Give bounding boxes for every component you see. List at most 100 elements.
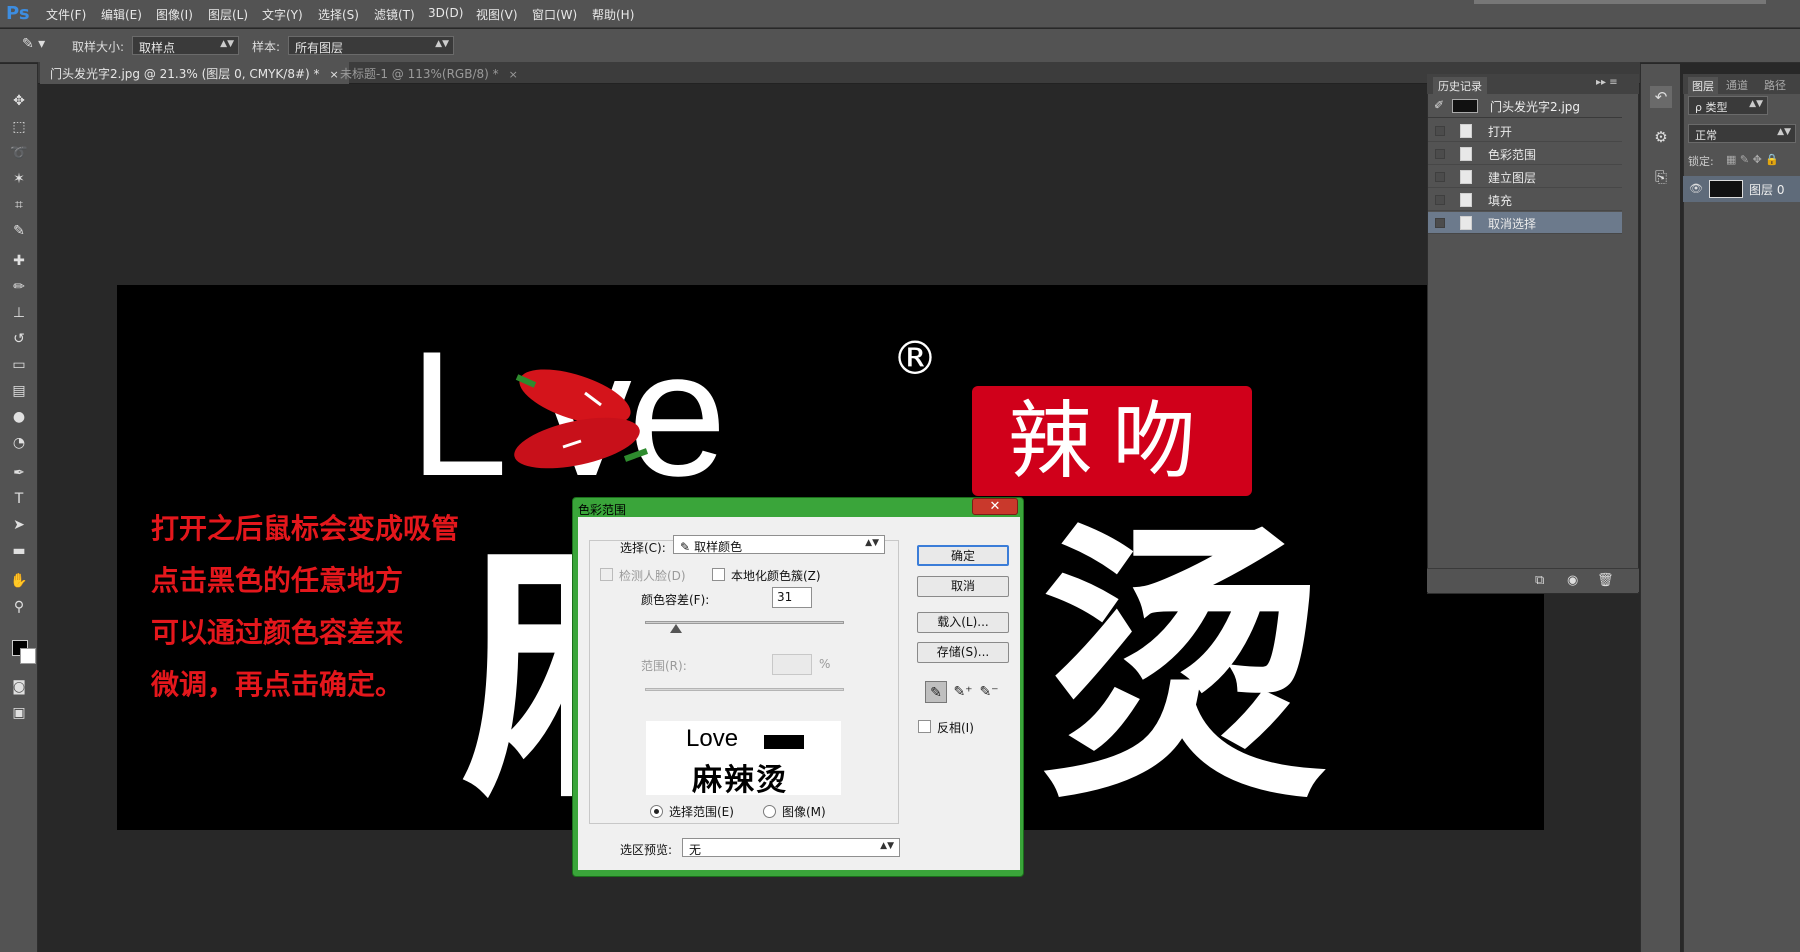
- radio-selection[interactable]: [650, 805, 663, 818]
- history-item[interactable]: 填充: [1428, 189, 1622, 211]
- rectangle-tool-icon[interactable]: ▬: [7, 540, 31, 562]
- history-item[interactable]: 色彩范围: [1428, 143, 1622, 165]
- annotation-line-3: 可以通过颜色容差来: [151, 616, 404, 649]
- history-item[interactable]: 建立图层: [1428, 166, 1622, 188]
- dodge-tool-icon[interactable]: ◔: [7, 432, 31, 454]
- history-checkbox[interactable]: [1435, 126, 1445, 136]
- hand-tool-icon[interactable]: ✋: [7, 570, 31, 592]
- fuzziness-input[interactable]: 31: [772, 587, 812, 608]
- layer-comps-panel-icon[interactable]: ⎘: [1650, 166, 1672, 188]
- trash-icon[interactable]: 🗑: [1597, 573, 1614, 588]
- gradient-tool-icon[interactable]: ▤: [7, 380, 31, 402]
- big-char-right: 烫: [1037, 501, 1327, 830]
- sample-label: 样本:: [252, 40, 281, 54]
- sample-size-dropdown[interactable]: 取样点 ▲▼: [132, 36, 239, 55]
- menu-layer[interactable]: 图层(L): [208, 6, 248, 23]
- tab-layers[interactable]: 图层: [1688, 77, 1718, 95]
- load-button[interactable]: 载入(L)...: [917, 612, 1009, 633]
- eyedropper-tool-icon[interactable]: ✎: [7, 220, 31, 242]
- eraser-tool-icon[interactable]: ▭: [7, 354, 31, 376]
- clone-stamp-tool-icon[interactable]: ⊥: [7, 302, 31, 324]
- lasso-tool-icon[interactable]: ➰: [7, 142, 31, 164]
- quick-mask-icon[interactable]: ◙: [7, 676, 31, 698]
- fuzziness-slider-thumb[interactable]: [669, 624, 682, 633]
- layer-row[interactable]: 👁 图层 0: [1683, 176, 1800, 202]
- menu-view[interactable]: 视图(V): [476, 6, 518, 23]
- blur-tool-icon[interactable]: ●: [7, 406, 31, 428]
- brand-text: 辣吻: [1007, 392, 1216, 490]
- tab-doc-1[interactable]: 门头发光字2.jpg @ 21.3% (图层 0, CMYK/8#) * ×: [40, 62, 349, 84]
- ok-button[interactable]: 确定: [917, 545, 1009, 566]
- panel-menu-icon[interactable]: ▸▸ ≡: [1596, 77, 1618, 88]
- new-document-from-state-icon[interactable]: ⧉: [1535, 573, 1544, 588]
- eyedropper-plus-icon[interactable]: ✎⁺: [952, 681, 974, 703]
- history-item-label: 建立图层: [1488, 171, 1537, 185]
- move-tool-icon[interactable]: ✥: [7, 90, 31, 112]
- screen-mode-icon[interactable]: ▣: [7, 702, 31, 724]
- radio-image[interactable]: [763, 805, 776, 818]
- zoom-tool-icon[interactable]: ⚲: [7, 596, 31, 618]
- detect-faces-checkbox[interactable]: [600, 568, 613, 581]
- history-checkbox[interactable]: [1435, 172, 1445, 182]
- localized-clusters-label: 本地化颜色簇(Z): [731, 569, 821, 583]
- properties-panel-icon[interactable]: ⚙: [1650, 126, 1672, 148]
- pen-tool-icon[interactable]: ✒: [7, 462, 31, 484]
- history-panel-icon[interactable]: ↶: [1650, 86, 1672, 108]
- cancel-button[interactable]: 取消: [917, 576, 1009, 597]
- blend-mode-dropdown[interactable]: 正常 ▲▼: [1688, 124, 1796, 143]
- lock-icons[interactable]: ▦ ✎ ✥ 🔒: [1726, 153, 1779, 166]
- history-snapshot[interactable]: ✐ 门头发光字2.jpg: [1428, 94, 1622, 118]
- history-item-label: 色彩范围: [1488, 148, 1537, 162]
- dropdown-arrow-icon: ▲▼: [880, 841, 894, 851]
- history-item[interactable]: 打开: [1428, 120, 1622, 142]
- sample-dropdown[interactable]: 所有图层 ▲▼: [288, 36, 454, 55]
- snapshot-thumbnail: [1452, 99, 1478, 113]
- eyedropper-minus-icon[interactable]: ✎⁻: [978, 681, 1000, 703]
- dialog-close-button[interactable]: ✕: [972, 498, 1018, 515]
- select-dropdown[interactable]: ✎ 取样颜色 ▲▼: [673, 535, 885, 554]
- eyedropper-icon[interactable]: ✎: [925, 681, 947, 703]
- layer-name: 图层 0: [1749, 183, 1785, 197]
- type-tool-icon[interactable]: T: [7, 488, 31, 510]
- history-item-label: 填充: [1488, 194, 1513, 208]
- fuzziness-label: 颜色容差(F):: [641, 593, 710, 607]
- tab-channels[interactable]: 通道: [1726, 77, 1748, 93]
- selection-preview-thumbnail: Love 麻辣烫: [646, 721, 841, 795]
- tab-paths[interactable]: 路径: [1764, 77, 1786, 93]
- save-button[interactable]: 存储(S)...: [917, 642, 1009, 663]
- menu-type[interactable]: 文字(Y): [262, 6, 303, 23]
- invert-checkbox[interactable]: [918, 720, 931, 733]
- menu-image[interactable]: 图像(I): [156, 6, 193, 23]
- tab-doc-2-label: 未标题-1 @ 113%(RGB/8) *: [340, 67, 499, 81]
- history-panel-title[interactable]: 历史记录: [1433, 77, 1487, 95]
- eyedropper-tool-preset-icon[interactable]: ✎ ▾: [22, 36, 52, 56]
- history-brush-source-icon[interactable]: ✐: [1434, 98, 1444, 112]
- camera-icon[interactable]: ◉: [1567, 573, 1578, 588]
- brush-tool-icon[interactable]: ✏: [7, 276, 31, 298]
- background-color-swatch[interactable]: [20, 648, 36, 664]
- menu-help[interactable]: 帮助(H): [592, 6, 634, 23]
- healing-brush-tool-icon[interactable]: ✚: [7, 250, 31, 272]
- selection-preview-dropdown[interactable]: 无 ▲▼: [682, 838, 900, 857]
- history-item-selected[interactable]: 取消选择: [1428, 212, 1622, 234]
- menu-edit[interactable]: 编辑(E): [101, 6, 142, 23]
- close-icon[interactable]: ×: [509, 68, 518, 81]
- chili-lips-icon: [514, 369, 649, 469]
- path-selection-tool-icon[interactable]: ➤: [7, 514, 31, 536]
- menu-select[interactable]: 选择(S): [318, 6, 359, 23]
- history-brush-tool-icon[interactable]: ↺: [7, 328, 31, 350]
- localized-clusters-checkbox[interactable]: [712, 568, 725, 581]
- tab-doc-2[interactable]: 未标题-1 @ 113%(RGB/8) * ×: [330, 62, 528, 84]
- menu-file[interactable]: 文件(F): [46, 6, 86, 23]
- history-checkbox[interactable]: [1435, 149, 1445, 159]
- layer-filter-dropdown[interactable]: ρ 类型 ▲▼: [1688, 96, 1768, 115]
- menu-3d[interactable]: 3D(D): [428, 6, 463, 20]
- history-checkbox[interactable]: [1435, 218, 1445, 228]
- menu-window[interactable]: 窗口(W): [532, 6, 577, 23]
- magic-wand-tool-icon[interactable]: ✶: [7, 168, 31, 190]
- history-checkbox[interactable]: [1435, 195, 1445, 205]
- crop-tool-icon[interactable]: ⌗: [7, 194, 31, 216]
- eye-icon[interactable]: 👁: [1689, 182, 1703, 195]
- marquee-tool-icon[interactable]: ⬚: [7, 116, 31, 138]
- menu-filter[interactable]: 滤镜(T): [374, 6, 415, 23]
